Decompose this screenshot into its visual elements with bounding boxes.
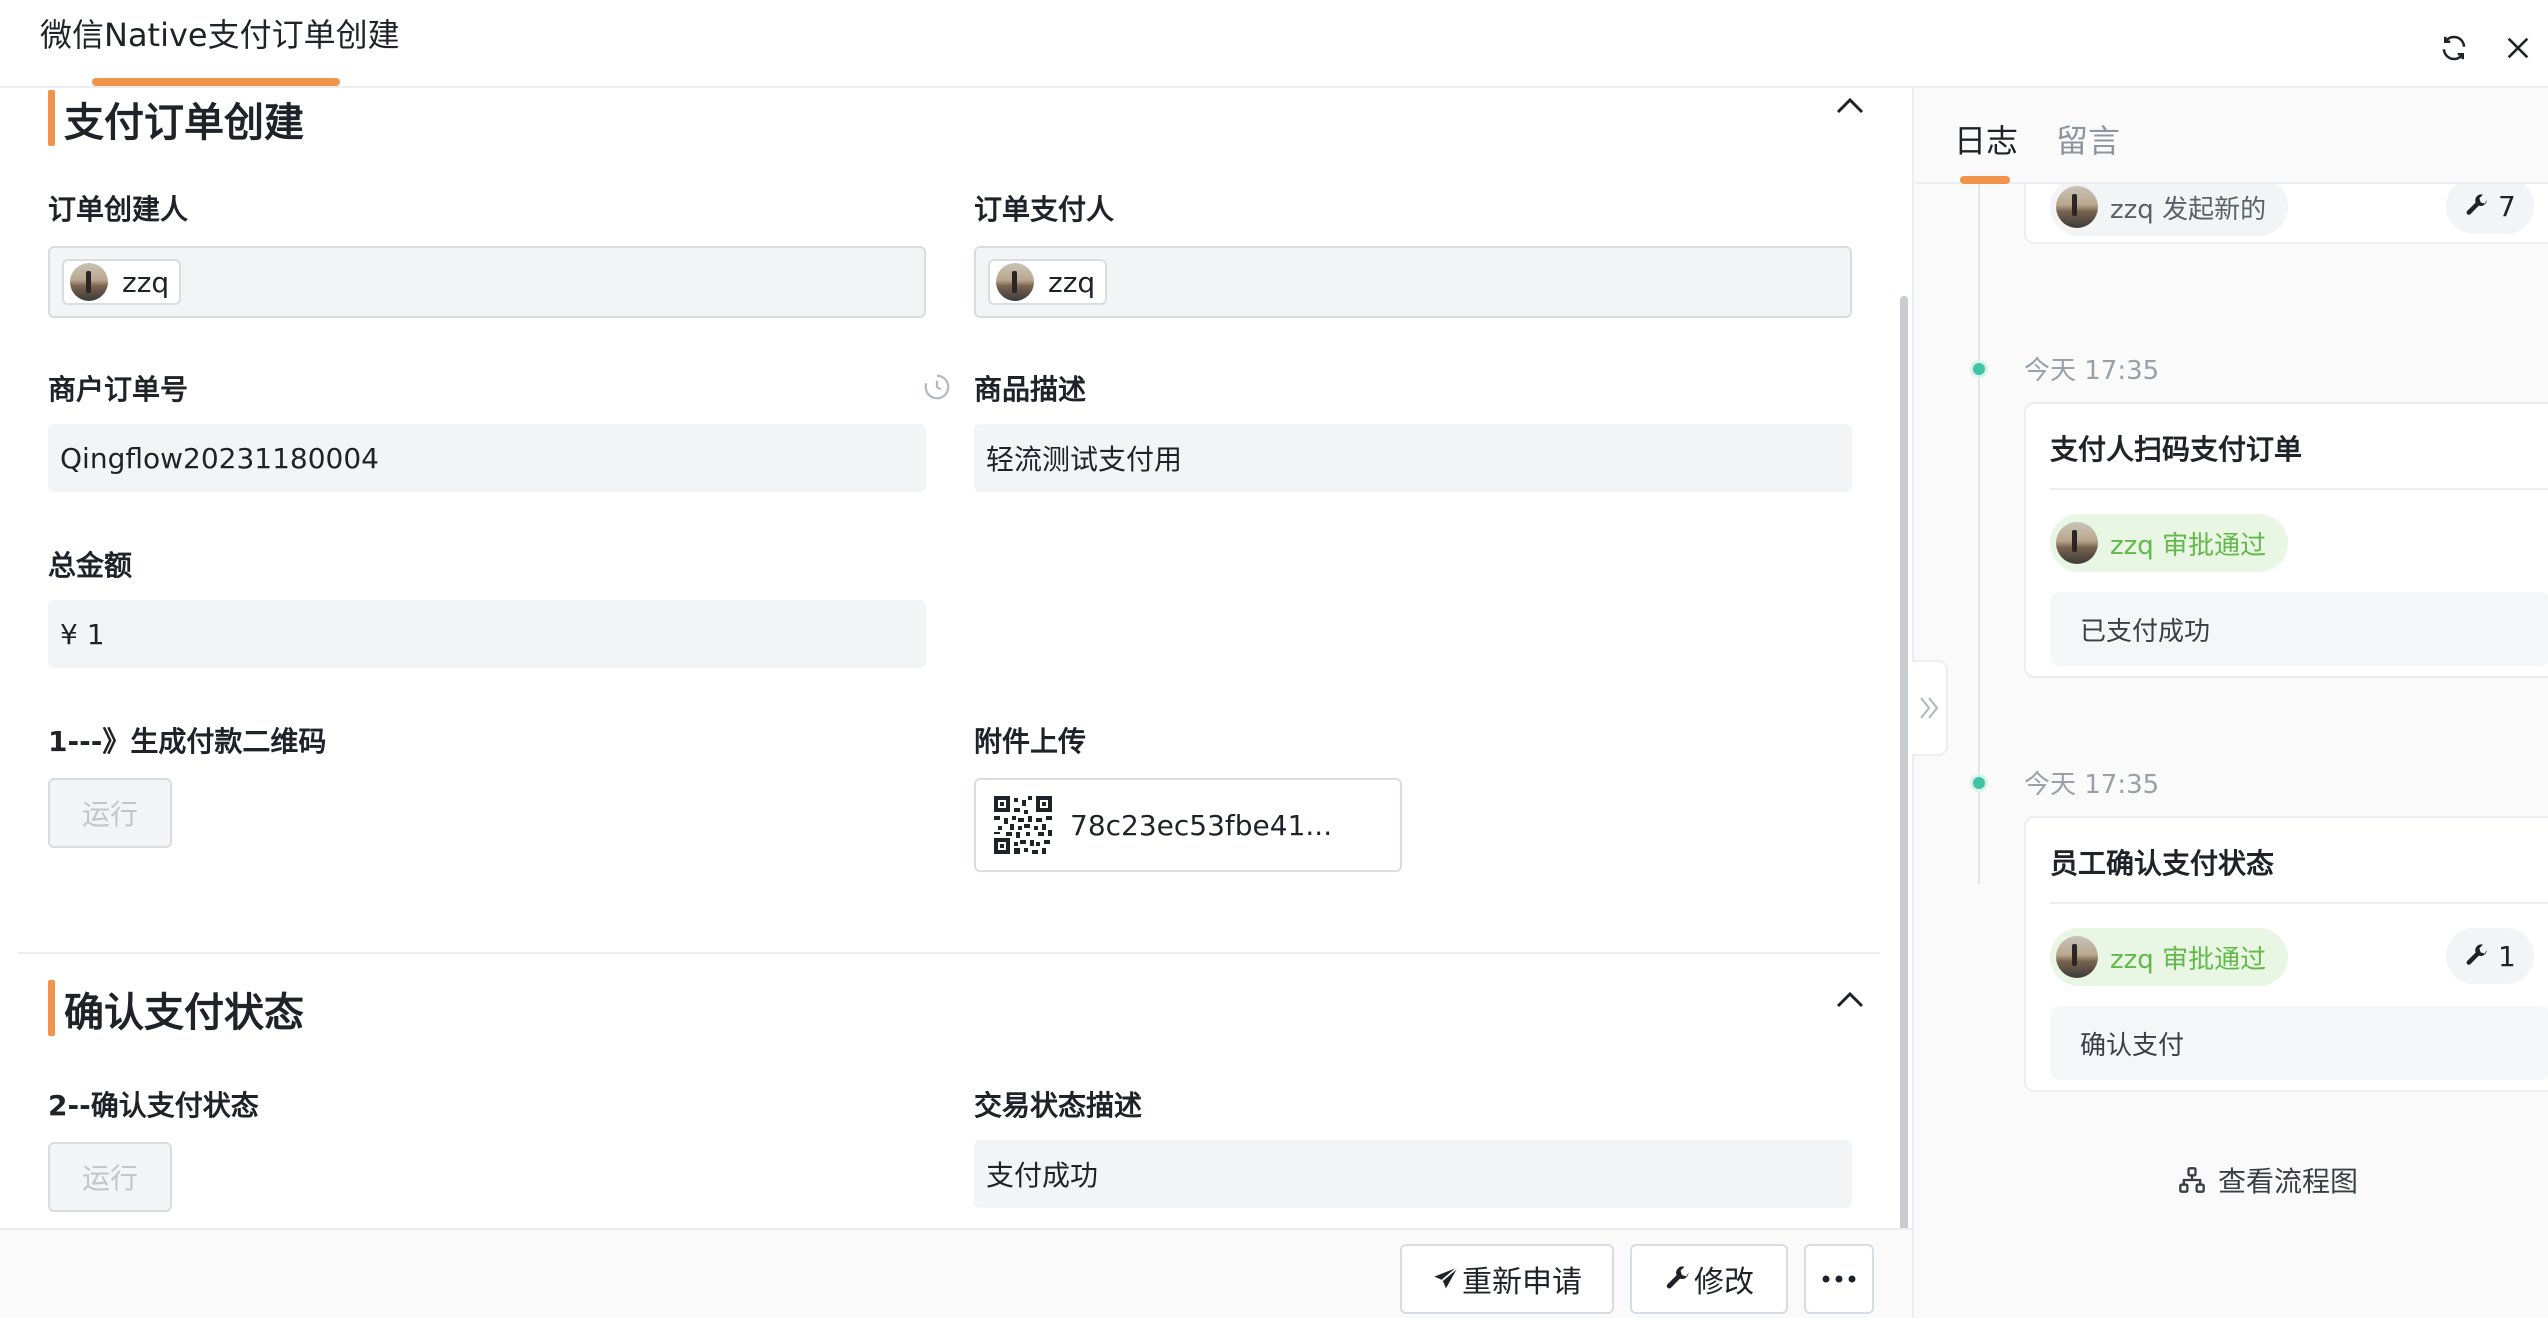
attachment-file-name: 78c23ec53fbe41...: [1070, 808, 1333, 842]
log-panel: 日志 留言 zzq 发起新的 7 今天 17:35 支付人扫码支付订单 zzq …: [1912, 88, 2548, 1318]
flowchart-icon: [2179, 1167, 2205, 1193]
trade-status-field[interactable]: 支付成功: [974, 1140, 1852, 1208]
qrcode-label: 1---》生成付款二维码: [48, 725, 327, 758]
payer-field[interactable]: zzq: [974, 246, 1852, 318]
tab-active-indicator: [1960, 176, 2010, 184]
tab-comments[interactable]: 留言: [2056, 116, 2120, 162]
user-name: zzq: [122, 265, 170, 299]
section-divider: [18, 952, 1880, 954]
order-no-label: 商户订单号: [48, 373, 189, 406]
log-comment: 已支付成功: [2050, 592, 2548, 666]
status-text: zzq 发起新的: [2110, 194, 2267, 225]
card-divider: [2050, 902, 2548, 904]
attachment-file[interactable]: 78c23ec53fbe41...: [974, 778, 1402, 872]
chevron-up-icon[interactable]: [1830, 980, 1870, 1020]
more-button[interactable]: [1804, 1244, 1874, 1314]
section-marker: [48, 90, 55, 146]
log-time: 今天 17:35: [2024, 356, 2160, 386]
user-name: zzq: [1048, 265, 1096, 299]
creator-field[interactable]: zzq: [48, 246, 926, 318]
creator-label: 订单创建人: [48, 193, 189, 226]
avatar: [996, 263, 1034, 301]
timeline-dot: [1970, 774, 1988, 792]
count-value: 1: [2498, 939, 2516, 973]
status-chip: zzq 审批通过: [2050, 928, 2289, 986]
double-chevron-right-icon[interactable]: [1912, 660, 1948, 756]
trade-status-label: 交易状态描述: [974, 1089, 1143, 1122]
paper-plane-icon: [1434, 1266, 1459, 1289]
avatar: [2056, 186, 2098, 228]
log-title: 员工确认支付状态: [2050, 847, 2275, 880]
footer-toolbar: 重新申请 修改: [0, 1228, 1912, 1318]
count-value: 7: [2498, 189, 2516, 223]
user-chip: zzq: [62, 259, 182, 305]
wrench-icon: [1666, 1266, 1689, 1289]
status-text: zzq 审批通过: [2110, 530, 2267, 561]
order-no-field[interactable]: Qingflow20231180004: [48, 424, 926, 492]
window-title: 微信Native支付订单创建: [40, 16, 400, 54]
status-chip: zzq 发起新的: [2050, 178, 2289, 236]
qr-code-icon: [994, 796, 1052, 854]
confirm-label: 2--确认支付状态: [48, 1089, 259, 1122]
title-bar: 微信Native支付订单创建: [0, 0, 2548, 88]
log-card: 员工确认支付状态 zzq 审批通过 1 确认支付: [2024, 816, 2548, 1092]
title-active-indicator: [92, 78, 340, 86]
avatar: [70, 263, 108, 301]
wrench-count-badge: 7: [2446, 178, 2534, 234]
clock-history-icon[interactable]: [922, 372, 952, 402]
close-icon[interactable]: [2500, 30, 2536, 66]
tab-log[interactable]: 日志: [1954, 116, 2018, 162]
avatar: [2056, 936, 2098, 978]
log-time: 今天 17:35: [2024, 770, 2160, 800]
run-confirm-button[interactable]: 运行: [48, 1142, 172, 1212]
timeline-dot: [1970, 360, 1988, 378]
log-comment: 确认支付: [2050, 1006, 2548, 1080]
reapply-button[interactable]: 重新申请: [1400, 1244, 1614, 1314]
reapply-label: 重新申请: [1462, 1265, 1582, 1300]
wrench-icon: [2466, 944, 2487, 965]
panel-tabs: 日志 留言: [1914, 88, 2548, 184]
section-title-confirm-status: 确认支付状态: [64, 990, 304, 1036]
log-title: 支付人扫码支付订单: [2050, 433, 2303, 466]
attachment-label: 附件上传: [974, 725, 1087, 758]
card-divider: [2050, 488, 2548, 490]
amount-label: 总金额: [48, 549, 133, 582]
refresh-icon[interactable]: [2436, 30, 2472, 66]
form-area: 支付订单创建 订单创建人 zzq 订单支付人 zzq 商户订单号 Qingflo…: [0, 88, 1910, 1228]
user-chip: zzq: [988, 259, 1108, 305]
flowchart-label: 查看流程图: [2218, 1165, 2359, 1198]
more-dots-icon: [1822, 1275, 1856, 1283]
status-chip: zzq 审批通过: [2050, 514, 2289, 572]
wrench-count-badge[interactable]: 1: [2446, 928, 2534, 984]
section-title-order-create: 支付订单创建: [64, 100, 304, 146]
avatar: [2056, 522, 2098, 564]
status-text: zzq 审批通过: [2110, 944, 2267, 975]
section-marker: [48, 980, 55, 1036]
amount-field[interactable]: ¥ 1: [48, 600, 926, 668]
view-flowchart-link[interactable]: 查看流程图: [2178, 1160, 2358, 1200]
modify-label: 修改: [1694, 1265, 1754, 1300]
log-card: 支付人扫码支付订单 zzq 审批通过 已支付成功: [2024, 402, 2548, 678]
wrench-icon: [2466, 194, 2487, 215]
modify-button[interactable]: 修改: [1630, 1244, 1788, 1314]
chevron-up-icon[interactable]: [1830, 88, 1870, 126]
scrollbar-thumb[interactable]: [1900, 296, 1908, 1228]
run-qrcode-button[interactable]: 运行: [48, 778, 172, 848]
payer-label: 订单支付人: [974, 193, 1115, 226]
description-label: 商品描述: [974, 373, 1087, 406]
description-field[interactable]: 轻流测试支付用: [974, 424, 1852, 492]
